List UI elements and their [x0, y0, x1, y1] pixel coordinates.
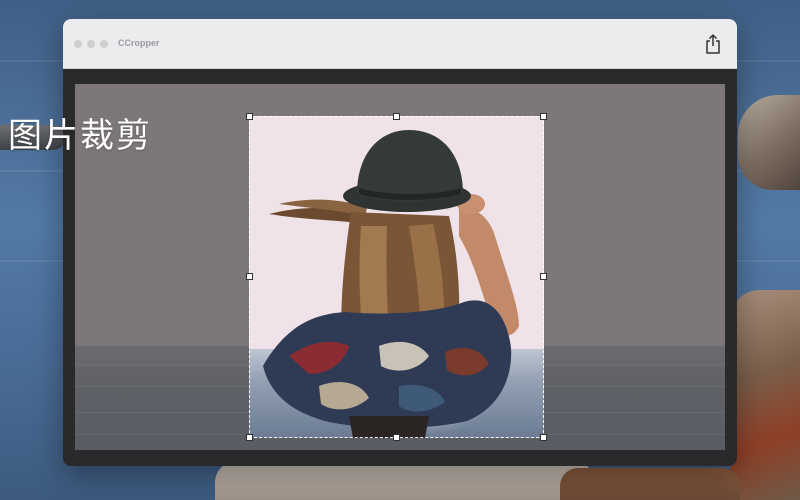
- crop-handle-right[interactable]: [540, 273, 547, 280]
- titlebar: CCropper: [63, 19, 737, 69]
- window-title: CCropper: [118, 38, 160, 48]
- share-icon: [706, 34, 720, 54]
- crop-handle-bottom-left[interactable]: [246, 434, 253, 441]
- crop-handle-bottom[interactable]: [393, 434, 400, 441]
- crop-handle-top-right[interactable]: [540, 113, 547, 120]
- app-window: CCropper: [63, 19, 737, 466]
- crop-handle-bottom-right[interactable]: [540, 434, 547, 441]
- crop-handle-top[interactable]: [393, 113, 400, 120]
- photo-subject: [263, 130, 519, 438]
- image-canvas[interactable]: [75, 84, 725, 450]
- minimize-window-button[interactable]: [87, 40, 95, 48]
- close-window-button[interactable]: [74, 40, 82, 48]
- rock: [730, 290, 800, 500]
- rock: [560, 468, 740, 500]
- crop-handle-left[interactable]: [246, 273, 253, 280]
- share-button[interactable]: [703, 33, 723, 55]
- rock: [215, 462, 595, 500]
- overlay-caption: 图片裁剪: [8, 116, 152, 156]
- zoom-window-button[interactable]: [100, 40, 108, 48]
- crop-handle-top-left[interactable]: [246, 113, 253, 120]
- crop-area[interactable]: [249, 116, 544, 438]
- rock: [738, 95, 800, 190]
